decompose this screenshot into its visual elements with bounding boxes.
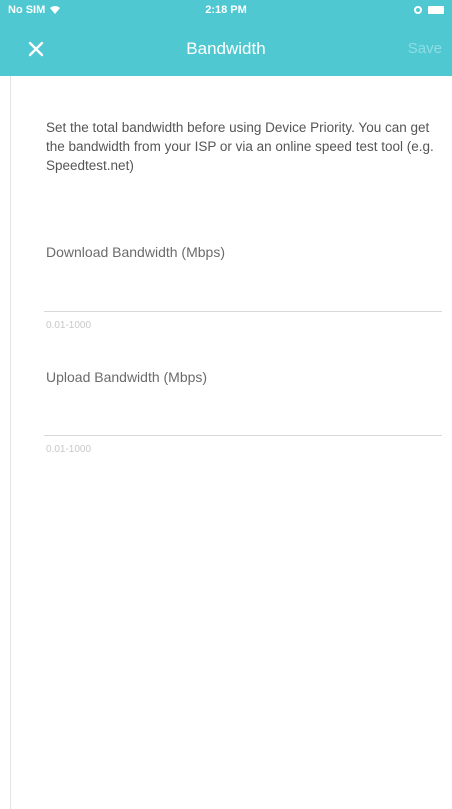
- download-bandwidth-input[interactable]: [44, 283, 442, 312]
- upload-bandwidth-hint: 0.01-1000: [46, 444, 92, 455]
- status-right: [414, 6, 444, 14]
- orientation-lock-icon: [414, 6, 422, 14]
- status-bar: No SIM 2:18 PM: [0, 0, 452, 22]
- download-bandwidth-label: Download Bandwidth (Mbps): [46, 244, 225, 260]
- download-bandwidth-hint: 0.01-1000: [46, 320, 92, 331]
- page-title: Bandwidth: [186, 39, 266, 58]
- description-text: Set the total bandwidth before using Dev…: [46, 120, 434, 173]
- battery-icon: [428, 6, 444, 14]
- bandwidth-form: Set the total bandwidth before using Dev…: [10, 76, 452, 809]
- upload-bandwidth-input[interactable]: [44, 407, 442, 436]
- status-time: 2:18 PM: [205, 4, 247, 16]
- save-button[interactable]: Save: [408, 40, 442, 57]
- upload-bandwidth-label: Upload Bandwidth (Mbps): [46, 369, 208, 385]
- nav-bar: Bandwidth Save: [0, 22, 452, 76]
